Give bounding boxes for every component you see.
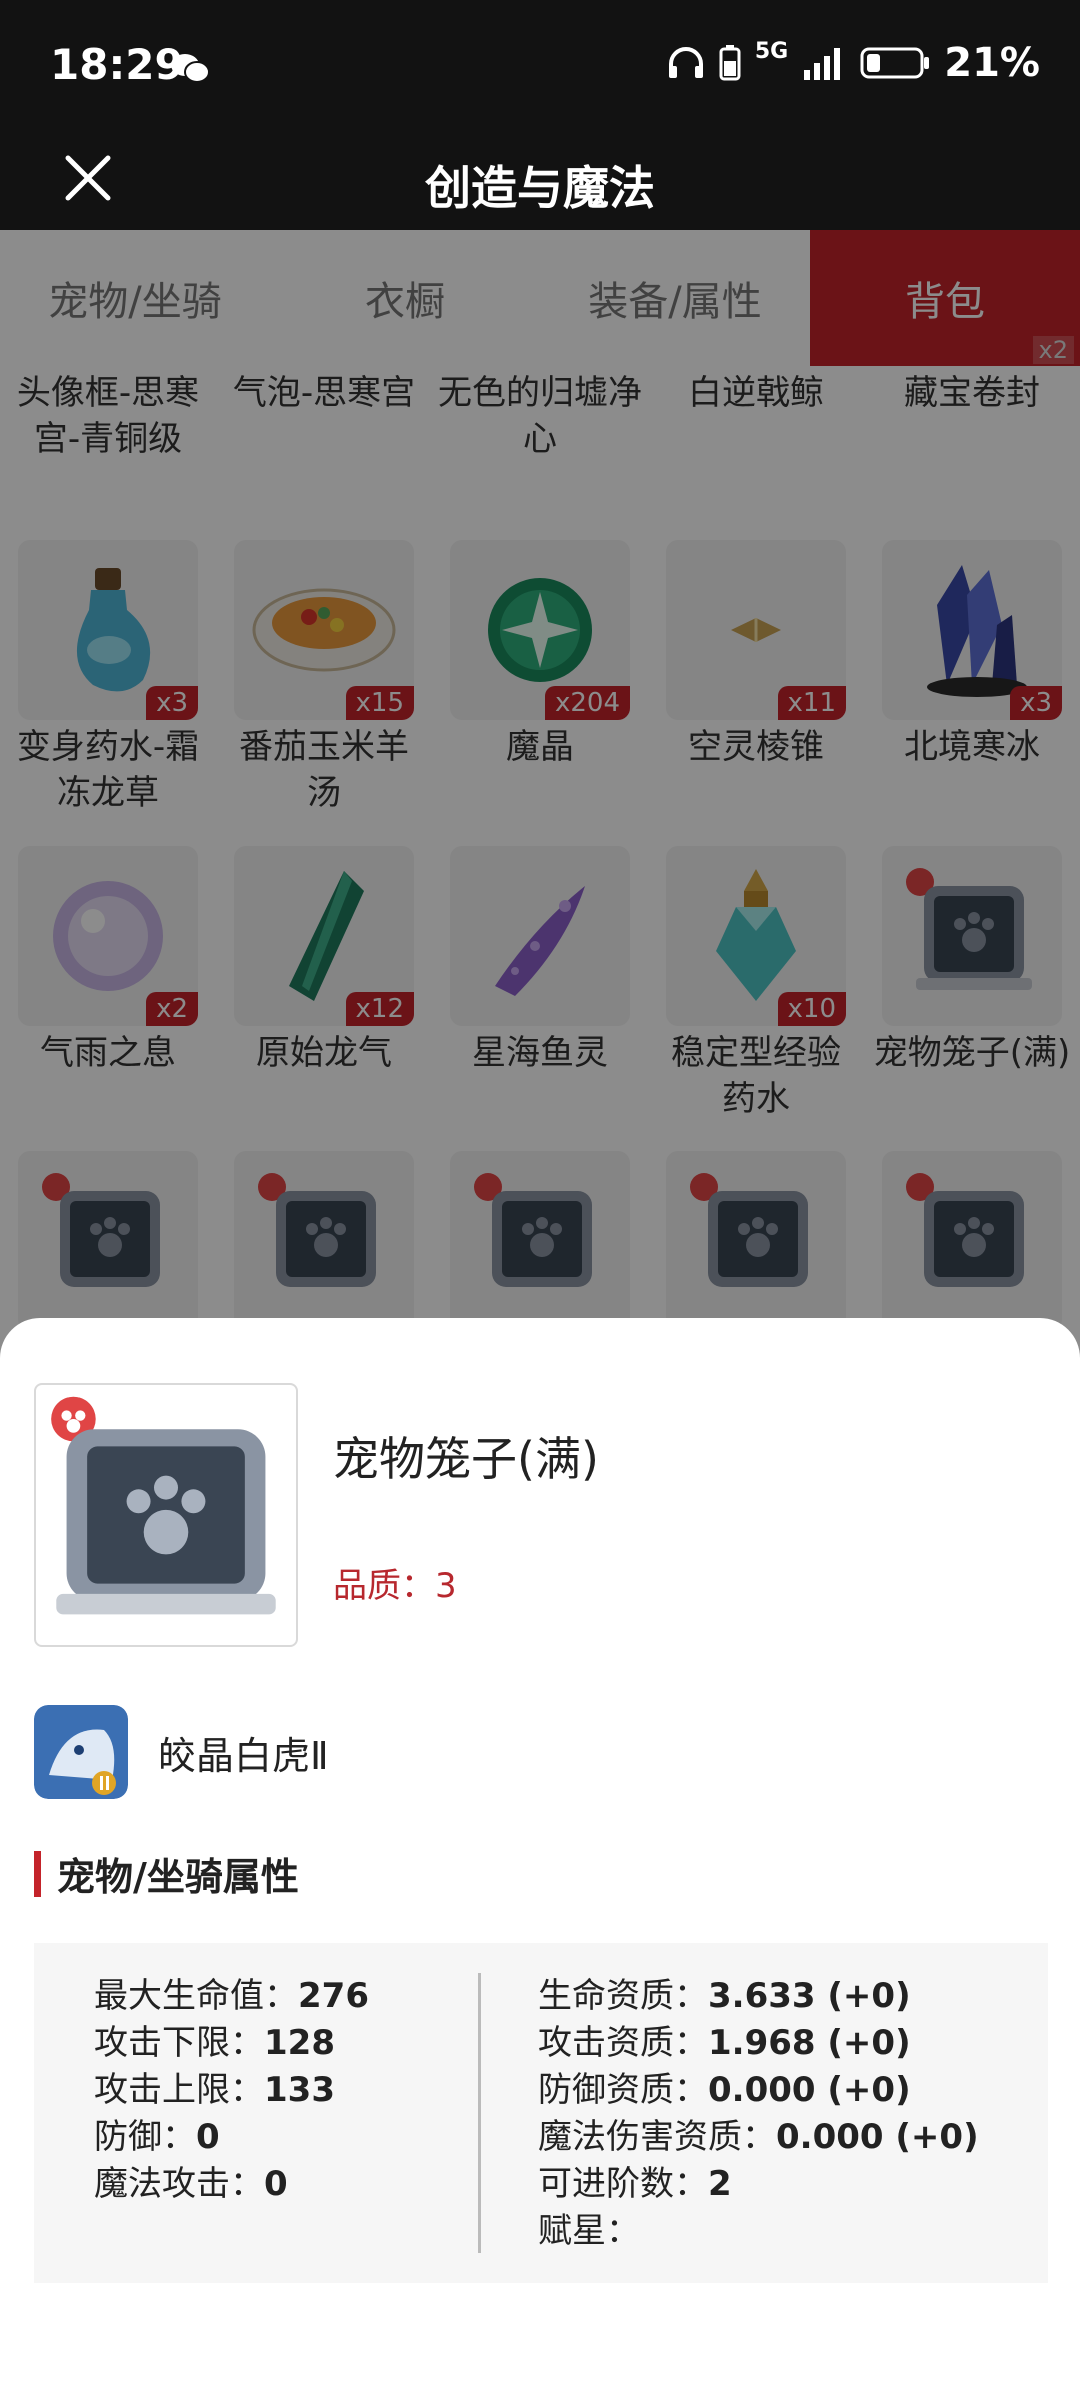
pet-info-row: 皎晶白虎Ⅱ: [34, 1705, 329, 1799]
attribute-row: 最大生命值：276: [94, 1973, 369, 2020]
attribute-row: 防御资质：0.000 (+0): [538, 2067, 979, 2114]
item-detail-sheet: 宠物笼子(满) 品质：3 皎晶白虎Ⅱ 宠物/坐骑属性 最大生命值：276 攻击下…: [0, 1318, 1080, 2387]
attr-value: 1.968 (+0): [708, 2023, 911, 2063]
attr-value: 133: [264, 2070, 335, 2110]
signal-icon: [804, 48, 841, 80]
item-detail-image: [34, 1383, 298, 1647]
attr-value: 0.000 (+0): [708, 2070, 911, 2110]
white-tiger-pet-icon: [34, 1705, 128, 1799]
attr-label: 攻击上限：: [94, 2070, 264, 2110]
page-title: 创造与魔法: [425, 161, 655, 215]
attribute-row: 可进阶数：2: [538, 2161, 979, 2208]
attr-value: 0: [196, 2117, 220, 2157]
attribute-row: 防御：0: [94, 2114, 369, 2161]
battery-percent: 21%: [944, 40, 1040, 86]
attribute-row: 攻击上限：133: [94, 2067, 369, 2114]
status-right-group: 5G 21%: [667, 38, 1040, 86]
pet-name: 皎晶白虎Ⅱ: [158, 1733, 329, 1778]
headphones-icon: [668, 47, 703, 78]
attr-label: 防御：: [94, 2117, 196, 2157]
wechat-icon: [171, 54, 210, 83]
attr-label: 最大生命值：: [94, 1976, 298, 2016]
attribute-column-right: 生命资质：3.633 (+0) 攻击资质：1.968 (+0) 防御资质：0.0…: [538, 1973, 979, 2255]
attr-label: 赋星：: [538, 2211, 640, 2251]
attr-label: 魔法攻击：: [94, 2164, 264, 2204]
attribute-row: 赋星：: [538, 2208, 979, 2255]
attr-label: 攻击下限：: [94, 2023, 264, 2063]
attr-label: 防御资质：: [538, 2070, 708, 2110]
attr-value: 0: [264, 2164, 288, 2204]
attr-label: 攻击资质：: [538, 2023, 708, 2063]
section-title: 宠物/坐骑属性: [57, 1855, 299, 1899]
section-header: 宠物/坐骑属性: [34, 1846, 299, 1901]
attr-label: 生命资质：: [538, 1976, 708, 2016]
section-accent-bar: [34, 1850, 41, 1897]
attr-value: 0.000 (+0): [776, 2117, 979, 2157]
attribute-row: 魔法伤害资质：0.000 (+0): [538, 2114, 979, 2161]
status-bar: 18:29 5G 21%: [0, 0, 1080, 130]
attr-label: 可进阶数：: [538, 2164, 708, 2204]
attribute-row: 魔法攻击：0: [94, 2161, 369, 2208]
attr-value: 2: [708, 2164, 732, 2204]
app-header: 创造与魔法: [0, 130, 1080, 230]
network-type: 5G: [754, 38, 789, 64]
attribute-row: 攻击资质：1.968 (+0): [538, 2020, 979, 2067]
attr-label: 魔法伤害资质：: [538, 2117, 776, 2157]
status-time: 18:29: [50, 40, 184, 89]
attr-value: 128: [264, 2023, 335, 2063]
attribute-row: 生命资质：3.633 (+0): [538, 1973, 979, 2020]
attr-value: 3.633 (+0): [708, 1976, 911, 2016]
attribute-row: 攻击下限：128: [94, 2020, 369, 2067]
item-quality: 品质：3: [333, 1566, 457, 1606]
attribute-panel: 最大生命值：276 攻击下限：128 攻击上限：133 防御：0 魔法攻击：0 …: [34, 1943, 1048, 2283]
battery-small-icon: [719, 45, 741, 81]
pet-cage-icon: [51, 1396, 276, 1615]
battery-icon: [860, 47, 930, 79]
column-divider: [478, 1973, 481, 2253]
attribute-column-left: 最大生命值：276 攻击下限：128 攻击上限：133 防御：0 魔法攻击：0: [94, 1973, 369, 2208]
modal-backdrop[interactable]: [0, 230, 1080, 1366]
item-detail-name: 宠物笼子(满): [333, 1432, 599, 1486]
attr-value: 276: [298, 1976, 369, 2016]
